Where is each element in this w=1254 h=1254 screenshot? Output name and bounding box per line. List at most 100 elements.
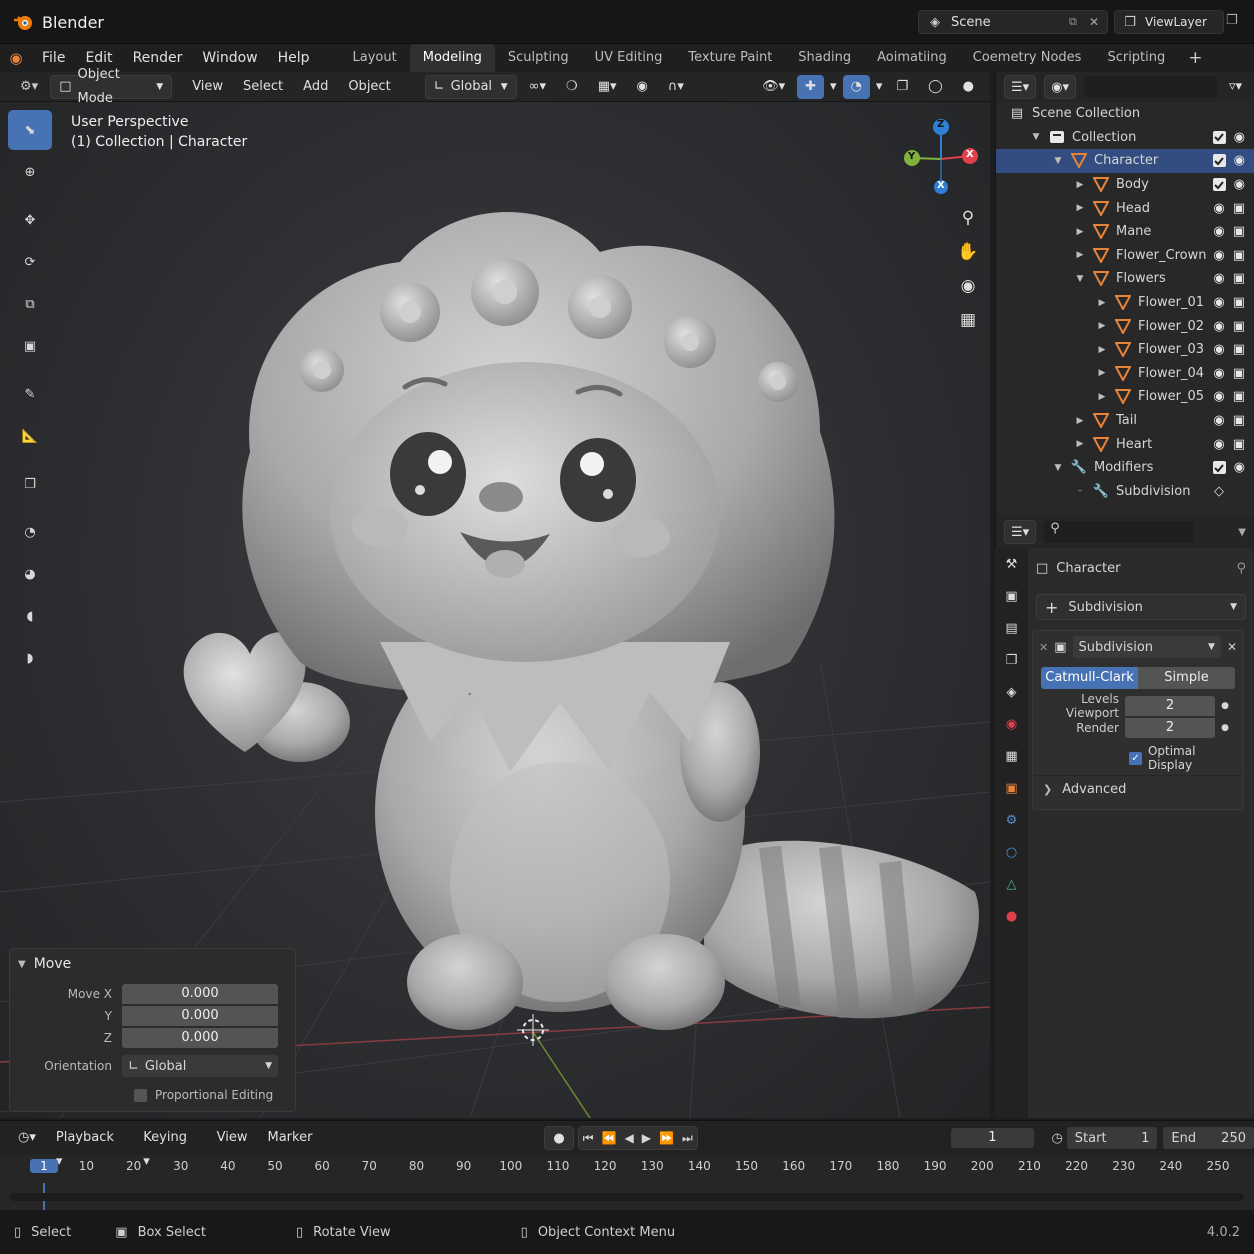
eye-icon[interactable]: ◉ — [1213, 437, 1224, 452]
tab-animation[interactable]: Aoimatiing — [864, 44, 960, 72]
eye-icon[interactable]: ◉ — [1213, 224, 1224, 239]
outliner-row[interactable]: ▼ 🔧 Modifiers ◉ — [996, 456, 1254, 480]
physics-tab-icon[interactable]: ○ — [995, 836, 1028, 868]
cursor-icon[interactable]: ⊕ — [8, 152, 52, 192]
wireframe-shading-icon[interactable]: ◯ — [920, 75, 951, 99]
add-workspace-icon[interactable]: + — [1178, 48, 1212, 68]
expand-right-icon[interactable]: ▶ — [1096, 298, 1108, 308]
camera-icon[interactable]: ▣ — [1233, 271, 1245, 286]
eye-icon[interactable]: ◉ — [1213, 342, 1224, 357]
transform-orientation[interactable]: ∟ Global ▼ — [424, 74, 517, 99]
tab-modeling[interactable]: Modeling — [409, 44, 495, 72]
move-y-field[interactable]: 0.000 — [122, 1006, 278, 1026]
eye-icon[interactable]: ◉ — [1213, 271, 1224, 286]
camera-icon[interactable]: ▣ — [1233, 389, 1245, 404]
menu-marker[interactable]: Marker — [260, 1126, 321, 1150]
timeline-editor-icon[interactable]: ◷▾ — [10, 1126, 44, 1150]
material-tab-icon[interactable]: ● — [995, 900, 1028, 932]
tab-layout[interactable]: Layout — [340, 44, 410, 72]
outliner-row[interactable]: ▶ Flower_Crown ◉ ▣ — [996, 244, 1254, 268]
camera-icon[interactable]: ▣ — [1233, 319, 1245, 334]
current-frame-field[interactable]: 1 — [951, 1128, 1034, 1148]
expand-down-icon[interactable]: ▼ — [1030, 132, 1042, 142]
render-levels-field[interactable]: 2 — [1125, 718, 1215, 738]
editor-type-icon[interactable]: ⚙▾ — [12, 75, 46, 99]
menu-timeline-view[interactable]: View — [209, 1126, 256, 1150]
end-frame-field[interactable]: End 250 — [1163, 1127, 1254, 1149]
camera-icon[interactable]: ▣ — [1233, 248, 1245, 263]
blender-menu-icon[interactable]: ◉ — [0, 49, 32, 67]
camera-icon[interactable]: ▣ — [1233, 201, 1245, 216]
collection-tab-icon[interactable]: ▦ — [995, 740, 1028, 772]
expand-down-icon[interactable]: ▼ — [1052, 156, 1064, 166]
expand-right-icon[interactable]: ▶ — [1096, 321, 1108, 331]
outliner-row[interactable]: ▶ Head ◉ ▣ — [996, 196, 1254, 220]
expand-right-icon[interactable]: ▶ — [1074, 439, 1086, 449]
scene-tab-icon[interactable]: ◈ — [995, 676, 1028, 708]
snap-icon[interactable]: ❍ — [558, 75, 586, 99]
expand-right-icon[interactable]: – — [1074, 486, 1086, 496]
transform-icon[interactable]: ▣ — [8, 326, 52, 366]
gizmo-toggle-icon[interactable]: ✚ — [797, 74, 825, 99]
outliner-row[interactable]: ▶ Heart ◉ ▣ — [996, 432, 1254, 456]
expand-down-icon[interactable]: ▼ — [1074, 274, 1086, 284]
solid-shading-icon[interactable]: ● — [955, 75, 982, 99]
record-icon[interactable]: ● — [544, 1126, 574, 1150]
timeline-ruler[interactable]: 1 10 20 30 40 50 60 70 80 90 100 110 120 130 140 150 160… — [0, 1157, 1254, 1181]
modifier-toggle-icon[interactable]: ◇ — [1214, 484, 1224, 499]
overlay-toggle-icon[interactable]: ◔ — [842, 74, 870, 99]
expand-right-icon[interactable]: ▶ — [1074, 203, 1086, 213]
perspective-grid-icon[interactable]: ▦ — [954, 310, 982, 344]
visibility-icon[interactable]: 👁▾ — [754, 75, 793, 99]
orientation-dropdown[interactable]: ∟ Global ▼ — [122, 1055, 278, 1077]
tab-uv-editing[interactable]: UV Editing — [582, 44, 676, 72]
outliner-row[interactable]: ▶ Flower_05 ◉ ▣ — [996, 385, 1254, 409]
tab-texture-paint[interactable]: Texture Paint — [675, 44, 785, 72]
scene-close-icon[interactable]: ✕ — [1089, 15, 1107, 29]
tab-shading[interactable]: Shading — [785, 44, 864, 72]
outliner-row[interactable]: ▶ Mane ◉ ▣ — [996, 220, 1254, 244]
timeline-scrollbar[interactable] — [10, 1193, 1244, 1201]
chevron-down-icon[interactable]: ▾ — [874, 75, 885, 99]
move-x-field[interactable]: 0.000 — [122, 984, 278, 1004]
menu-file[interactable]: File — [32, 44, 75, 72]
tool-tab-icon[interactable]: ⚒ — [995, 548, 1028, 580]
proportional-checkbox[interactable] — [134, 1088, 147, 1102]
properties-search-input[interactable]: ⚲ — [1044, 521, 1195, 543]
eye-icon[interactable]: ◉ — [1213, 366, 1224, 381]
camera-icon[interactable]: ◉ — [954, 276, 982, 310]
outliner-row[interactable]: ▼ Collection ◉ — [996, 126, 1254, 150]
optimal-display-checkbox[interactable]: ✓ — [1129, 751, 1142, 765]
scale-icon[interactable]: ⧉ — [8, 284, 52, 324]
proportional-icon[interactable]: ◉ — [629, 75, 656, 99]
annotate-icon[interactable]: ✎ — [8, 374, 52, 414]
world-tab-icon[interactable]: ◉ — [995, 708, 1028, 740]
camera-icon[interactable]: ▣ — [1233, 366, 1245, 381]
menu-help[interactable]: Help — [268, 44, 320, 72]
menu-add[interactable]: Add — [295, 75, 336, 99]
mode-selector[interactable]: □ Object Mode ▼ — [50, 67, 173, 106]
eye-icon[interactable]: ◉ — [1234, 130, 1245, 145]
modifier-tab-icon[interactable]: ⚙ — [995, 804, 1028, 836]
outliner-row[interactable]: ▶ Body ◉ — [996, 173, 1254, 197]
rotate-icon[interactable]: ⟳ — [8, 242, 52, 282]
next-keyframe-icon[interactable]: ⏩ — [659, 1131, 674, 1145]
jump-end-icon[interactable]: ⏭ — [682, 1131, 693, 1146]
zoom-icon[interactable]: ⚲ — [954, 208, 982, 242]
menu-view[interactable]: View — [184, 75, 231, 99]
move-z-field[interactable]: 0.000 — [122, 1028, 278, 1048]
view-layer-selector[interactable]: ❐ ViewLayer — [1114, 10, 1224, 34]
inset-icon[interactable]: ◕ — [8, 554, 52, 594]
keyframe-dot-icon[interactable]: ● — [1215, 701, 1235, 711]
simple-button[interactable]: Simple — [1138, 667, 1235, 689]
output-tab-icon[interactable]: ▤ — [995, 612, 1028, 644]
scene-new-icon[interactable]: ⧉ — [1069, 15, 1089, 29]
display-mode-icon[interactable]: ◉▾ — [1044, 75, 1077, 99]
3d-viewport[interactable]: User Perspective (1) Collection | Charac… — [0, 102, 990, 1118]
outliner-row[interactable]: ▶ Tail ◉ ▣ — [996, 409, 1254, 433]
view-layer-tab-icon[interactable]: ❐ — [995, 644, 1028, 676]
camera-icon[interactable]: ▣ — [1233, 224, 1245, 239]
scene-selector[interactable]: ◈ Scene ⧉ ✕ — [918, 10, 1108, 34]
menu-window[interactable]: Window — [192, 44, 267, 72]
snap-target-icon[interactable]: ▦▾ — [590, 75, 625, 99]
